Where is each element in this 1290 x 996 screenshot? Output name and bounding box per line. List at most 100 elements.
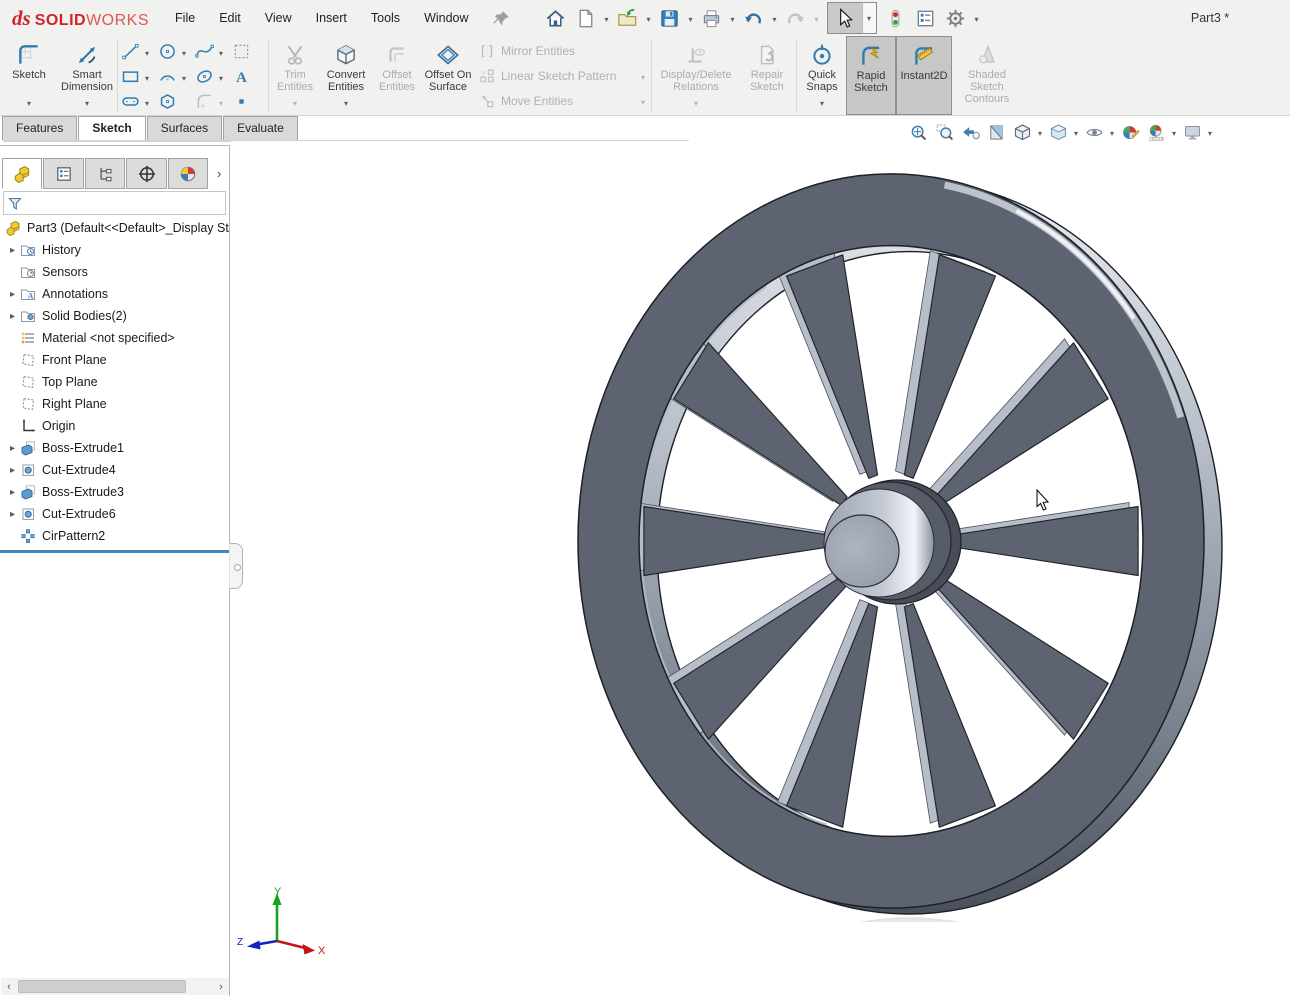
polygon-tool-icon[interactable] [156,91,178,113]
quick-snaps-dropdown-caret[interactable] [798,93,846,111]
spline-tool-icon[interactable] [193,41,215,63]
slot-tool-icon[interactable] [119,91,141,113]
view-orientation-dropdown-caret[interactable] [1035,123,1045,141]
expand-arrow-icon[interactable]: ▸ [6,443,19,454]
scrollbar-thumb[interactable] [18,980,186,993]
smart-dimension-dropdown-caret[interactable] [58,93,116,111]
slot-dropdown-caret[interactable] [141,93,153,111]
sketch-dropdown-caret[interactable] [0,93,58,111]
menu-tools[interactable]: Tools [359,0,412,36]
tree-root-part[interactable]: Part3 (Default<<Default>_Display Sta [0,217,229,239]
pin-menu-icon[interactable] [487,3,517,33]
tab-evaluate[interactable]: Evaluate [223,116,298,140]
sketch-button[interactable]: Sketch [0,36,58,115]
tree-item-history[interactable]: ▸ History [0,239,229,261]
settings-dropdown-caret[interactable] [971,9,983,27]
menu-window[interactable]: Window [412,0,480,36]
circle-dropdown-caret[interactable] [178,43,190,61]
view-settings-button[interactable] [1179,120,1205,144]
graphics-viewport[interactable]: Y X Z [231,141,1290,996]
tree-filter-input[interactable] [3,191,226,215]
tab-configurationmanager[interactable] [85,158,125,189]
tree-item-boss-extrude1[interactable]: ▸ Boss-Extrude1 [0,437,229,459]
select-dropdown-caret[interactable] [862,3,876,33]
tree-item-cut-extrude6[interactable]: ▸ Cut-Extrude6 [0,503,229,525]
arc-tool-icon[interactable] [156,66,178,88]
hide-show-items-button[interactable] [1081,120,1107,144]
line-tool-icon[interactable] [119,41,141,63]
menu-view[interactable]: View [253,0,304,36]
smart-dimension-button[interactable]: Smart Dimension [58,36,116,115]
scroll-right-button[interactable]: › [213,981,229,993]
panel-horizontal-scrollbar[interactable]: ‹ › [1,978,229,995]
ellipse-tool-icon[interactable] [193,66,215,88]
text-tool-icon[interactable] [230,66,252,88]
options-list-button[interactable] [911,3,941,33]
expand-arrow-icon[interactable]: ▸ [6,289,19,300]
new-document-button[interactable] [571,3,601,33]
convert-entities-button[interactable]: Convert Entities [320,36,372,115]
expand-tabs-chevron-icon[interactable]: › [209,158,229,189]
line-dropdown-caret[interactable] [141,43,153,61]
spline-dropdown-caret[interactable] [215,43,227,61]
view-orientation-button[interactable] [1009,120,1035,144]
redo-button[interactable] [781,3,811,33]
tab-propertymanager[interactable] [43,158,83,189]
menu-edit[interactable]: Edit [207,0,253,36]
tab-surfaces[interactable]: Surfaces [147,116,222,140]
apply-scene-button[interactable] [1143,120,1169,144]
rapid-sketch-button[interactable]: Rapid Sketch [846,36,896,115]
select-tool-button[interactable] [827,2,877,34]
save-dropdown-caret[interactable] [685,9,697,27]
point-tool-icon[interactable] [230,91,252,113]
save-button[interactable] [655,3,685,33]
print-dropdown-caret[interactable] [727,9,739,27]
rectangle-dropdown-caret[interactable] [141,68,153,86]
tab-featuremanager[interactable] [2,158,42,189]
expand-arrow-icon[interactable]: ▸ [6,311,19,322]
section-view-button[interactable] [983,120,1009,144]
view-settings-dropdown-caret[interactable] [1205,123,1215,141]
offset-on-surface-button[interactable]: Offset On Surface [422,36,474,115]
zoom-to-area-button[interactable] [931,120,957,144]
lasso-select-tool-icon[interactable] [230,41,252,63]
tree-item-boss-extrude3[interactable]: ▸ Boss-Extrude3 [0,481,229,503]
rollback-bar[interactable] [0,550,229,553]
tab-displaymanager[interactable] [168,158,208,189]
display-style-dropdown-caret[interactable] [1071,123,1081,141]
undo-dropdown-caret[interactable] [769,9,781,27]
new-dropdown-caret[interactable] [601,9,613,27]
ellipse-dropdown-caret[interactable] [215,68,227,86]
menu-insert[interactable]: Insert [304,0,359,36]
settings-gear-button[interactable] [941,3,971,33]
tree-item-material[interactable]: Material <not specified> [0,327,229,349]
edit-appearance-button[interactable] [1117,120,1143,144]
previous-view-button[interactable] [957,120,983,144]
select-cursor-icon[interactable] [828,3,862,33]
expand-arrow-icon[interactable]: ▸ [6,465,19,476]
tree-item-solid-bodies[interactable]: ▸ Solid Bodies(2) [0,305,229,327]
convert-dropdown-caret[interactable] [320,93,372,111]
tree-item-cirpattern2[interactable]: CirPattern2 [0,525,229,547]
arc-dropdown-caret[interactable] [178,68,190,86]
tree-item-cut-extrude4[interactable]: ▸ Cut-Extrude4 [0,459,229,481]
tree-item-origin[interactable]: Origin [0,415,229,437]
menu-file[interactable]: File [163,0,207,36]
zoom-to-fit-button[interactable] [905,120,931,144]
expand-arrow-icon[interactable]: ▸ [6,487,19,498]
tree-item-front-plane[interactable]: Front Plane [0,349,229,371]
open-dropdown-caret[interactable] [643,9,655,27]
expand-arrow-icon[interactable]: ▸ [6,509,19,520]
hide-show-dropdown-caret[interactable] [1107,123,1117,141]
tab-sketch[interactable]: Sketch [78,116,145,140]
print-button[interactable] [697,3,727,33]
tab-features[interactable]: Features [2,116,77,140]
tree-item-annotations[interactable]: ▸ Annotations [0,283,229,305]
tab-dimxpertmanager[interactable] [126,158,166,189]
instant2d-button[interactable]: Instant2D [896,36,952,115]
open-document-button[interactable] [613,3,643,33]
model-wheel[interactable] [550,160,1240,996]
scroll-left-button[interactable]: ‹ [1,981,17,993]
circle-tool-icon[interactable] [156,41,178,63]
rectangle-tool-icon[interactable] [119,66,141,88]
